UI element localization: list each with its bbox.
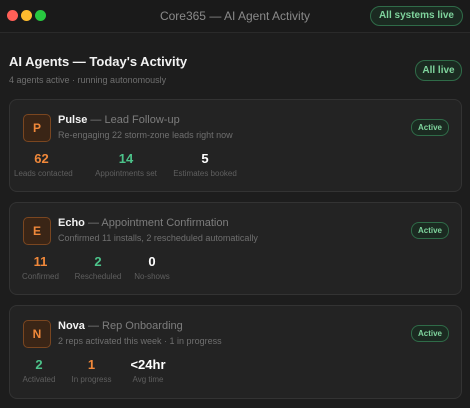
agent-role: Rep Onboarding [102,320,183,332]
stat-value: 5 [201,151,209,166]
stat-label: Leads contacted [14,169,73,178]
agent-name: Nova [58,320,85,332]
page-subtitle: 4 agents active · running autonomously [9,75,167,85]
stat-leads-contacted: 62 Leads contacted [14,151,73,178]
stat-label: Rescheduled [74,272,122,281]
agent-separator: — [84,217,102,229]
status-badge: Active [410,119,449,136]
stat-value: 11 [33,254,48,269]
stat-label: Appointments set [95,169,157,178]
agent-card-nova[interactable]: N Nova — Rep Onboarding 2 reps activated… [9,305,462,399]
agent-role: Lead Follow-up [104,114,180,126]
stat-confirmed: 11 Confirmed [13,254,68,281]
agent-name: Echo [58,217,85,229]
agent-separator: — [87,114,105,126]
stat-value: 2 [35,357,43,372]
agent-role: Appointment Confirmation [101,217,229,229]
stat-label: Estimates booked [173,169,237,178]
stat-label: In progress [71,375,112,384]
stat-label: No-shows [134,272,170,281]
status-badge: Active [410,325,449,342]
agent-detail: 2 reps activated this week · 1 in progre… [58,336,222,346]
stat-value: 14 [118,151,134,166]
stat-value: <24hr [130,357,166,372]
stat-value: 0 [148,254,156,269]
agent-name: Pulse [58,114,88,126]
stat-value: 1 [87,357,96,372]
all-live-badge: All live [415,60,462,81]
page-title: AI Agents — Today's Activity [9,54,188,69]
agent-separator: — [84,320,103,332]
stat-label: Activated [22,375,56,384]
stat-rescheduled: 2 Rescheduled [68,254,128,281]
stat-avg-time: <24hr Avg time [123,357,173,384]
stat-no-shows: 0 No-shows [127,254,177,281]
agent-avatar: P [23,114,51,142]
status-badge: Active [410,222,449,239]
stat-appointments-set: 14 Appointments set [91,151,161,178]
stat-activated: 2 Activated [14,357,64,384]
agent-detail: Confirmed 11 installs, 2 rescheduled aut… [58,233,258,243]
agent-avatar: N [23,320,51,348]
agent-card-pulse[interactable]: P Pulse — Lead Follow-up Re-engaging 22 … [9,99,462,192]
stat-value: 2 [94,254,102,269]
stat-label: Avg time [132,375,164,384]
agent-avatar: E [23,217,51,245]
agent-card-echo[interactable]: E Echo — Appointment Confirmation Confir… [9,202,462,295]
stat-estimates-booked: 5 Estimates booked [170,151,240,178]
agent-detail: Re-engaging 22 storm-zone leads right no… [58,130,233,140]
stat-label: Confirmed [22,272,59,281]
agent-heading: Nova — Rep Onboarding [58,320,183,332]
stat-in-progress: 1 In progress [64,357,119,384]
agent-heading: Echo — Appointment Confirmation [58,217,229,229]
system-status-badge: All systems live [369,6,463,26]
stat-value: 62 [34,151,49,166]
agent-heading: Pulse — Lead Follow-up [58,114,180,126]
title-bar: Core365 — AI Agent Activity All systems … [0,0,470,33]
